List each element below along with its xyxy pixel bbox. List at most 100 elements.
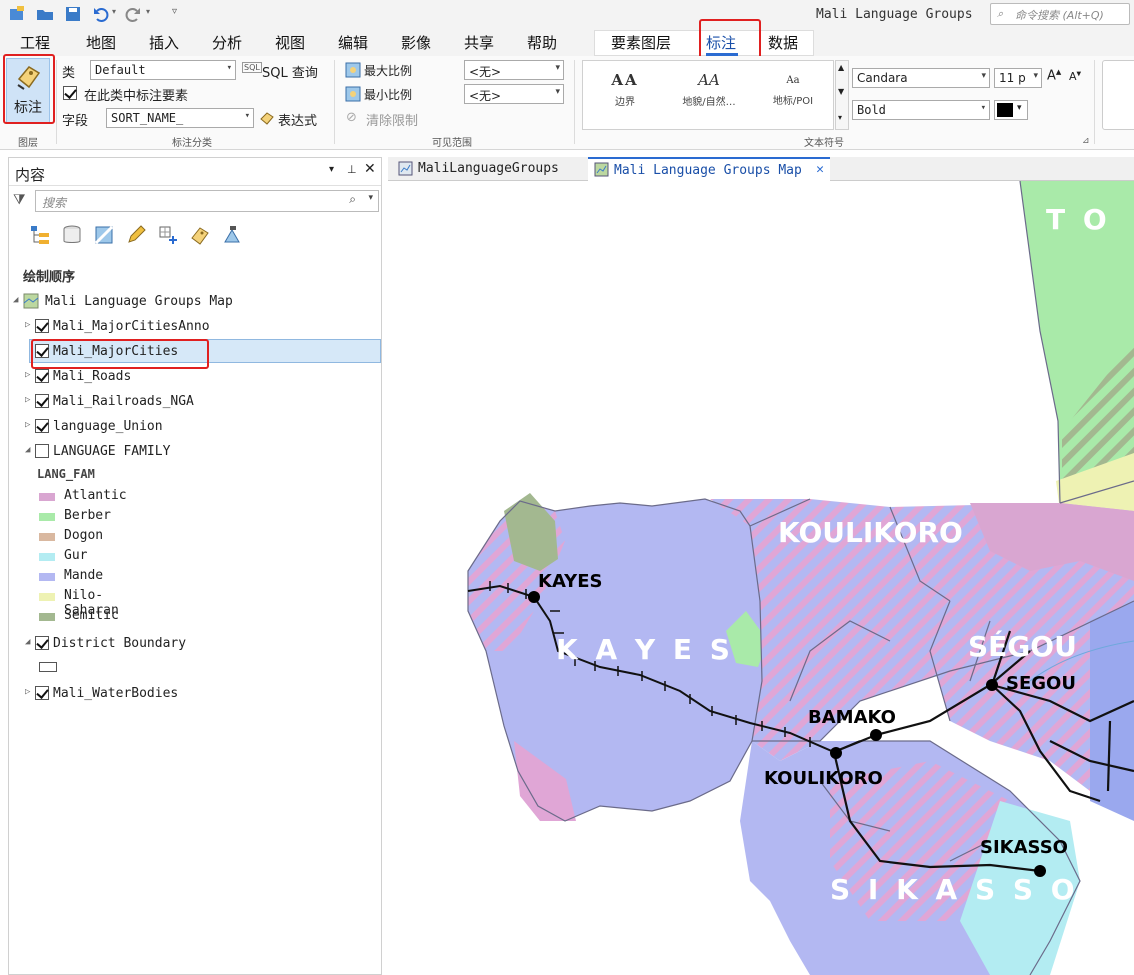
symbol-landmarks-poi[interactable]: Aa 地标/POI [753,71,833,107]
redo-dropdown-icon[interactable]: ▾ [146,7,150,16]
map-canvas[interactable]: KOULIKORO K A Y E S SÉGOU S I K A S S O … [390,181,1134,975]
layer-visibility-checkbox[interactable] [35,686,49,700]
layer-visibility-checkbox[interactable] [35,394,49,408]
min-scale-select[interactable]: <无> ▾ [464,84,564,104]
pin-icon[interactable]: ⊥ [347,163,357,176]
pane-options-icon[interactable]: ▾ [329,164,334,175]
new-project-icon[interactable] [8,5,26,23]
label-features-checkbox[interactable] [63,86,77,100]
layer-visibility-checkbox[interactable] [35,319,49,333]
expand-arrow-icon[interactable]: ▷ [25,420,30,430]
tab-insert[interactable]: 插入 [149,32,179,53]
open-folder-icon[interactable] [36,5,54,23]
tab-imagery[interactable]: 影像 [401,32,431,53]
max-scale-select[interactable]: <无> ▾ [464,60,564,80]
city-point-bamako[interactable] [870,729,882,741]
font-color-picker[interactable]: ▾ [994,100,1028,120]
list-by-labeling-icon[interactable] [189,224,211,246]
layer-visibility-checkbox[interactable] [35,369,49,383]
font-style-select[interactable]: Bold ▾ [852,100,990,120]
layer-visibility-checkbox[interactable] [35,444,49,458]
command-search-input[interactable]: ⌕ 命令搜索 (Alt+Q) [990,3,1130,25]
min-scale-icon [345,86,361,102]
layer-row[interactable]: ◢ District Boundary [9,632,381,656]
tab-edit[interactable]: 编辑 [338,32,368,53]
collapse-arrow-icon[interactable]: ◢ [25,637,30,647]
expand-arrow-icon[interactable]: ▷ [25,320,30,330]
group-separator [56,60,57,144]
customize-qat-icon[interactable]: ▿ [172,6,177,17]
tab-help[interactable]: 帮助 [527,32,557,53]
font-family-select[interactable]: Candara ▾ [852,68,990,88]
city-label-kayes: KAYES [538,571,602,592]
tab-view[interactable]: 视图 [275,32,305,53]
decrease-font-size-icon[interactable]: A▼ [1069,70,1081,83]
layer-row[interactable]: ▷ Mali_Railroads_NGA [9,390,381,414]
district-boundary-symbol [39,662,57,672]
expand-arrow-icon[interactable]: ▷ [25,687,30,697]
close-icon[interactable]: ✕ [816,162,824,177]
undo-icon[interactable] [92,5,110,23]
group-label-layer: 图层 [18,138,38,149]
tab-map[interactable]: 地图 [86,32,116,53]
sql-query-button[interactable]: SQL 查询 [262,62,318,81]
search-icon: ⌕ [349,192,356,206]
city-point-kayes[interactable] [528,591,540,603]
redo-icon[interactable] [124,5,142,23]
symbol-landforms[interactable]: AA 地貌/自然… [669,71,749,108]
region-label-kayes: K A Y E S [556,633,734,666]
gallery-expand-icon[interactable]: ▾ [838,113,842,122]
list-by-perspective-imagery-icon[interactable] [221,224,243,246]
collapse-arrow-icon[interactable]: ◢ [13,295,18,305]
chevron-up-icon[interactable]: ▲ [838,63,844,72]
clear-limits-button[interactable]: 清除限制 [366,110,418,129]
layer-visibility-checkbox[interactable] [35,419,49,433]
legend-swatch [39,513,55,521]
symbol-boundaries[interactable]: AA 边界 [585,71,665,108]
group-separator [1094,60,1095,144]
list-by-drawing-order-icon[interactable] [29,224,51,246]
gallery-scroll[interactable]: ▲ ▼ ▾ [835,60,849,130]
layer-visibility-checkbox[interactable] [35,636,49,650]
tab-feature-layer[interactable]: 要素图层 [611,32,671,53]
city-point-koulikoro[interactable] [830,747,842,759]
contents-search-input[interactable]: 搜索 ⌕ ▾ [35,190,379,212]
tab-share[interactable]: 共享 [464,32,494,53]
list-by-data-source-icon[interactable] [61,224,83,246]
tab-data[interactable]: 数据 [768,32,798,53]
tab-project[interactable]: 工程 [20,32,50,53]
map-view[interactable]: KOULIKORO K A Y E S SÉGOU S I K A S S O … [390,181,1134,975]
collapse-arrow-icon[interactable]: ◢ [25,445,30,455]
ribbon-tab-bar: 工程 地图 插入 分析 视图 编辑 影像 共享 帮助 [0,28,1134,56]
layer-row[interactable]: ▷ language_Union [9,415,381,439]
layer-row[interactable]: ▷ Mali_Roads [9,365,381,389]
list-by-editing-icon[interactable] [125,224,147,246]
chevron-down-icon[interactable]: ▼ [838,87,844,96]
save-icon[interactable] [64,5,82,23]
tab-analysis[interactable]: 分析 [212,32,242,53]
map-tree-item[interactable]: ◢ Mali Language Groups Map [9,290,381,314]
layer-row[interactable]: ▷ Mali_MajorCitiesAnno [9,315,381,339]
undo-dropdown-icon[interactable]: ▾ [112,7,116,16]
max-scale-icon [345,62,361,78]
list-by-snapping-icon[interactable] [157,224,179,246]
filter-icon[interactable]: ⧩ [13,192,26,208]
min-scale-label: 最小比例 [364,88,413,102]
list-by-selection-icon[interactable] [93,224,115,246]
field-select[interactable]: SORT_NAME_ ▾ [106,108,254,128]
group-label-visible-range: 可见范围 [432,138,472,149]
more-ribbon-button[interactable] [1102,60,1134,130]
view-tab-layout[interactable]: MaliLanguageGroups [392,157,588,181]
dialog-launcher-icon[interactable]: ⊿ [1082,136,1090,146]
layer-row[interactable]: ▷ Mali_WaterBodies [9,682,381,706]
close-icon[interactable]: ✕ [364,161,376,177]
view-tab-map[interactable]: Mali Language Groups Map ✕ [588,157,830,181]
expand-arrow-icon[interactable]: ▷ [25,395,30,405]
city-point-segou[interactable] [986,679,998,691]
expression-button[interactable]: 表达式 [278,110,317,129]
increase-font-size-icon[interactable]: A▲ [1047,68,1061,83]
expand-arrow-icon[interactable]: ▷ [25,370,30,380]
layer-row[interactable]: ◢ LANGUAGE FAMILY [9,440,381,464]
class-select[interactable]: Default ▾ [90,60,236,80]
font-size-select[interactable]: 11 p ▾ [994,68,1042,88]
